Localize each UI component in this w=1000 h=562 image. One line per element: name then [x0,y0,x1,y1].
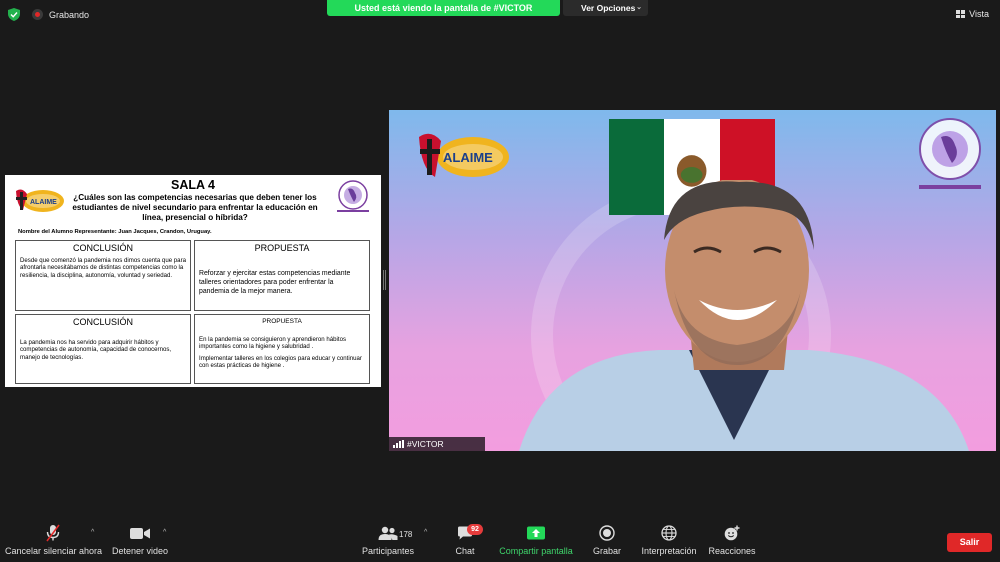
conclusion-box-2: CONCLUSIÓN La pandemia nos ha servido pa… [15,314,191,384]
box-text: La pandemia nos ha servido para adquirir… [20,339,172,361]
video-options-caret-icon[interactable]: ^ [163,529,166,536]
student-line: Nombre del Alumno Representante: Juan Ja… [18,229,212,235]
chat-unread-badge: 92 [467,524,483,535]
box-title: PROPUESTA [254,243,310,253]
stop-video-button[interactable]: Detener video [111,520,169,562]
box-text: Desde que comenzó la pandemia nos dimos … [20,257,186,279]
meeting-toolbar: Cancelar silenciar ahora ^ Detener video… [0,520,1000,562]
participants-count: 178 [399,530,413,539]
recording-indicator[interactable]: Grabando [32,9,89,20]
grid-icon [956,10,966,18]
box-text: En la pandemia se consiguieron y aprendi… [199,336,347,351]
question-text: ¿Cuáles son las competencias necesarias … [72,193,318,222]
signal-bars-icon [393,440,404,448]
emoji-add-icon [724,525,740,541]
box-text: Implementar talleres en los colegios par… [199,354,362,370]
participant-person [519,180,969,451]
conclusion-box-1: CONCLUSIÓN Desde que comenzó la pandemia… [15,240,191,311]
view-button[interactable]: Vista [956,9,989,19]
audio-options-caret-icon[interactable]: ^ [91,529,94,536]
chevron-down-icon: ⌄ [636,4,642,11]
participants-icon [378,526,398,540]
reactions-button[interactable]: Reacciones [708,520,756,562]
interpretation-button[interactable]: Interpretación [640,520,698,562]
stop-video-label: Detener video [111,546,169,556]
video-logo-text: ALAIME [443,150,493,165]
splitter-handle[interactable] [383,270,387,290]
participant-video[interactable]: ALAIME #VICTOR [389,110,996,451]
meeting-window: Grabando Usted está viendo la pantalla d… [0,0,1000,562]
view-label: Vista [969,9,989,19]
chat-label: Chat [455,546,475,556]
unmute-button[interactable]: Cancelar silenciar ahora [5,520,103,562]
view-options-label: Ver Opciones [581,3,636,13]
share-screen-icon [527,526,545,540]
recording-label: Grabando [49,9,90,20]
participant-name: #VICTOR [407,439,444,449]
room-title: SALA 4 [171,178,215,192]
participants-label: Participantes [361,546,415,556]
box-text: Reforzar y ejercitar estas competencias … [199,270,351,295]
participants-button[interactable]: Participantes [360,520,416,562]
shared-document: ALAIME SALA 4 ¿Cuáles son las competenci… [5,175,381,387]
share-screen-button[interactable]: Compartir pantalla [498,520,574,562]
globe-icon [661,525,677,541]
alaime-logo: ALAIME [419,133,509,177]
security-shield-icon[interactable] [8,8,20,21]
view-options-button[interactable]: Ver Opciones ⌄ [563,0,648,16]
share-banner: Usted está viendo la pantalla de #VICTOR [327,0,560,16]
participants-options-caret-icon[interactable]: ^ [424,529,427,536]
proposal-box-2: PROPUESTA En la pandemia se consiguieron… [194,314,370,384]
unmute-label: Cancelar silenciar ahora [5,546,103,556]
video-camera-icon [130,527,150,539]
box-title: CONCLUSIÓN [72,243,133,253]
record-label: Grabar [592,546,621,556]
top-bar: Grabando Usted está viendo la pantalla d… [0,0,1000,28]
doc-logo-text: ALAIME [30,199,57,206]
record-icon [599,525,615,541]
reactions-label: Reacciones [708,546,756,556]
record-dot-icon [32,9,43,20]
box-title: CONCLUSIÓN [72,317,133,327]
leave-button[interactable]: Salir [947,533,992,552]
share-screen-label: Compartir pantalla [499,546,573,556]
box-title: PROPUESTA [262,318,302,325]
interpretation-label: Interpretación [641,546,697,556]
participant-name-tag: #VICTOR [389,437,485,451]
record-button[interactable]: Grabar [590,520,624,562]
microphone-muted-icon [46,524,60,542]
proposal-box-1: PROPUESTA Reforzar y ejercitar estas com… [194,240,370,311]
